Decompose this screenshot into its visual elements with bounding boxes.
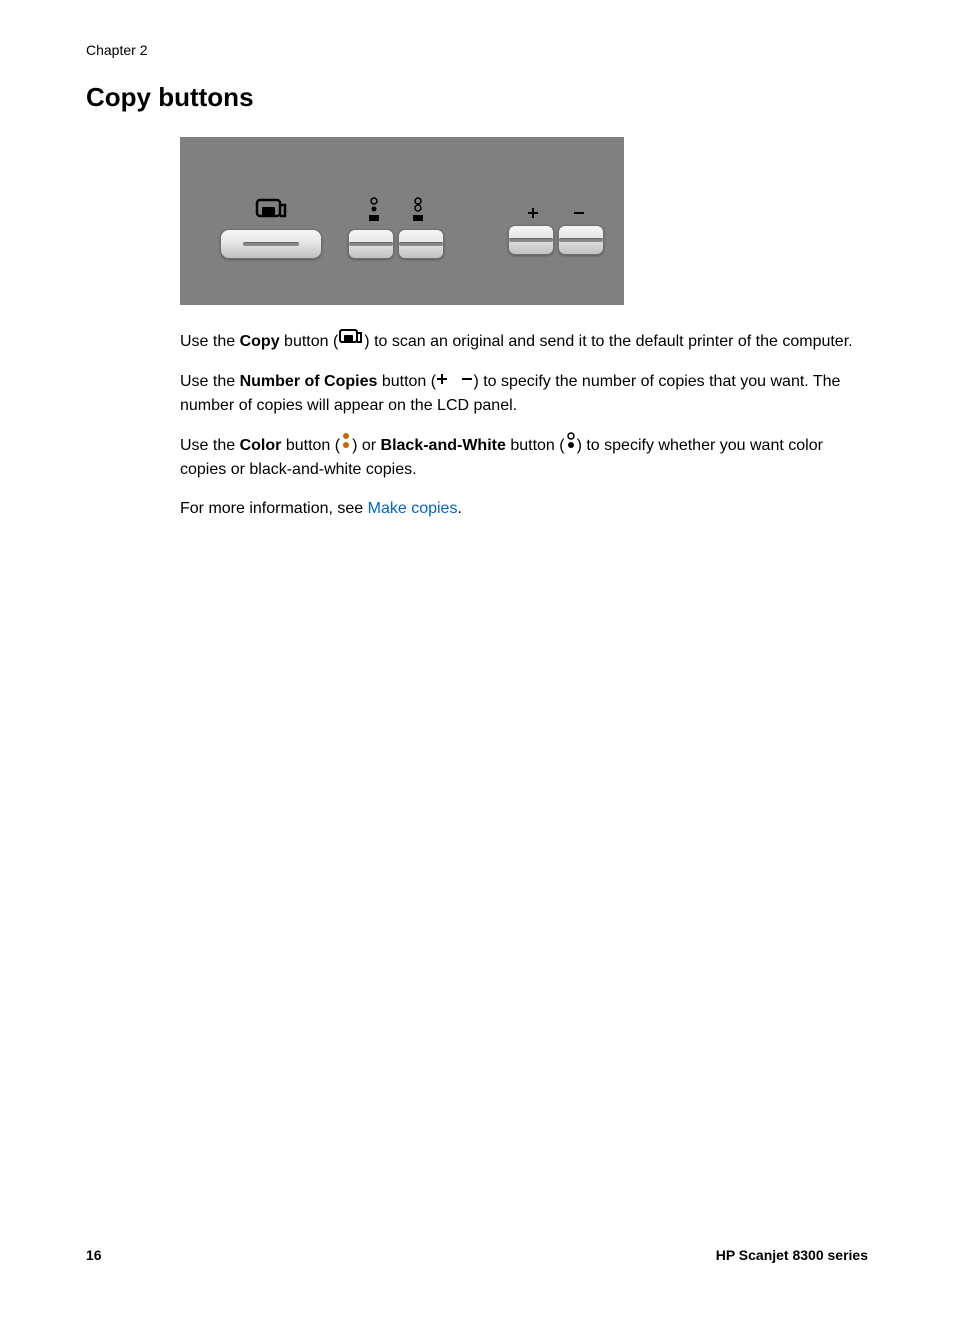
paragraph-color-bw: Use the Color button () or Black-and-Whi… — [180, 433, 868, 481]
page-number: 16 — [86, 1247, 102, 1263]
paragraph-copy: Use the Copy button () to scan an origin… — [180, 329, 868, 354]
color-icon — [367, 197, 381, 223]
hw-copy-button — [220, 229, 322, 259]
plus-icon-inline — [436, 369, 448, 392]
color-icon-inline — [340, 432, 352, 457]
page-footer: 16 HP Scanjet 8300 series — [86, 1247, 868, 1263]
make-copies-link[interactable]: Make copies — [368, 500, 458, 517]
hw-minus-button — [558, 225, 604, 255]
hw-color-button — [348, 229, 394, 259]
plus-icon — [527, 207, 539, 219]
hw-bw-button — [398, 229, 444, 259]
paragraph-number-of-copies: Use the Number of Copies button ( ) to s… — [180, 370, 868, 417]
paragraph-more-info: For more information, see Make copies. — [180, 497, 868, 520]
minus-icon — [573, 207, 585, 219]
copy-icon — [254, 197, 288, 221]
copy-icon-inline — [338, 328, 364, 353]
page-title: Copy buttons — [86, 82, 868, 113]
copy-buttons-panel-image — [180, 137, 624, 305]
bw-icon — [411, 197, 425, 223]
chapter-label: Chapter 2 — [86, 42, 868, 58]
minus-icon-inline — [461, 369, 473, 392]
product-name: HP Scanjet 8300 series — [716, 1247, 868, 1263]
bw-icon-inline — [565, 432, 577, 457]
hw-plus-button — [508, 225, 554, 255]
